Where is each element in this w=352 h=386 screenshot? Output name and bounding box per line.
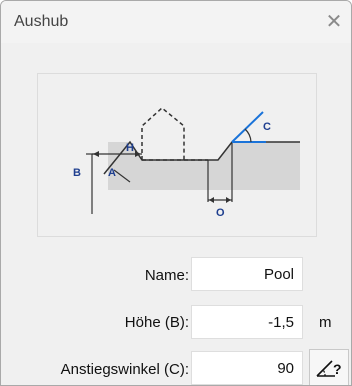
close-button[interactable]: ✕ [323, 11, 345, 33]
c-slope-line [231, 111, 264, 143]
diagram-svg: B H A O C [73, 107, 300, 219]
o-right-arrow [226, 197, 231, 203]
name-field[interactable]: Pool [191, 257, 303, 291]
name-label: Name: [144, 267, 189, 284]
o-left-arrow [209, 197, 214, 203]
angle-question-glyph: ? [333, 361, 342, 377]
h-label: H [126, 142, 134, 154]
angle-question-icon: ? [316, 360, 342, 377]
c-label: C [263, 121, 271, 133]
o-label: O [216, 207, 225, 219]
height-label: Höhe (B): [124, 314, 189, 331]
excavation-diagram: B H A O C [37, 73, 317, 237]
house-outline [141, 107, 185, 160]
angle-field[interactable]: 90 [191, 351, 303, 385]
aushub-dialog: Aushub ✕ B H A O C Name: Pool Höhe (B): … [0, 0, 352, 386]
h-left-arrow [93, 151, 99, 157]
close-icon: ✕ [325, 11, 343, 33]
dialog-title: Aushub [14, 13, 69, 30]
title-bar[interactable]: Aushub ✕ [1, 1, 351, 43]
c-angle-arc [244, 128, 252, 143]
b-label: B [73, 167, 81, 179]
angle-help-button[interactable]: ? [309, 349, 349, 385]
a-label: A [108, 167, 116, 179]
height-unit: m [319, 314, 332, 331]
ground-fill [108, 142, 300, 190]
height-field[interactable]: -1,5 [191, 305, 303, 339]
angle-label: Anstiegswinkel (C): [60, 361, 189, 378]
